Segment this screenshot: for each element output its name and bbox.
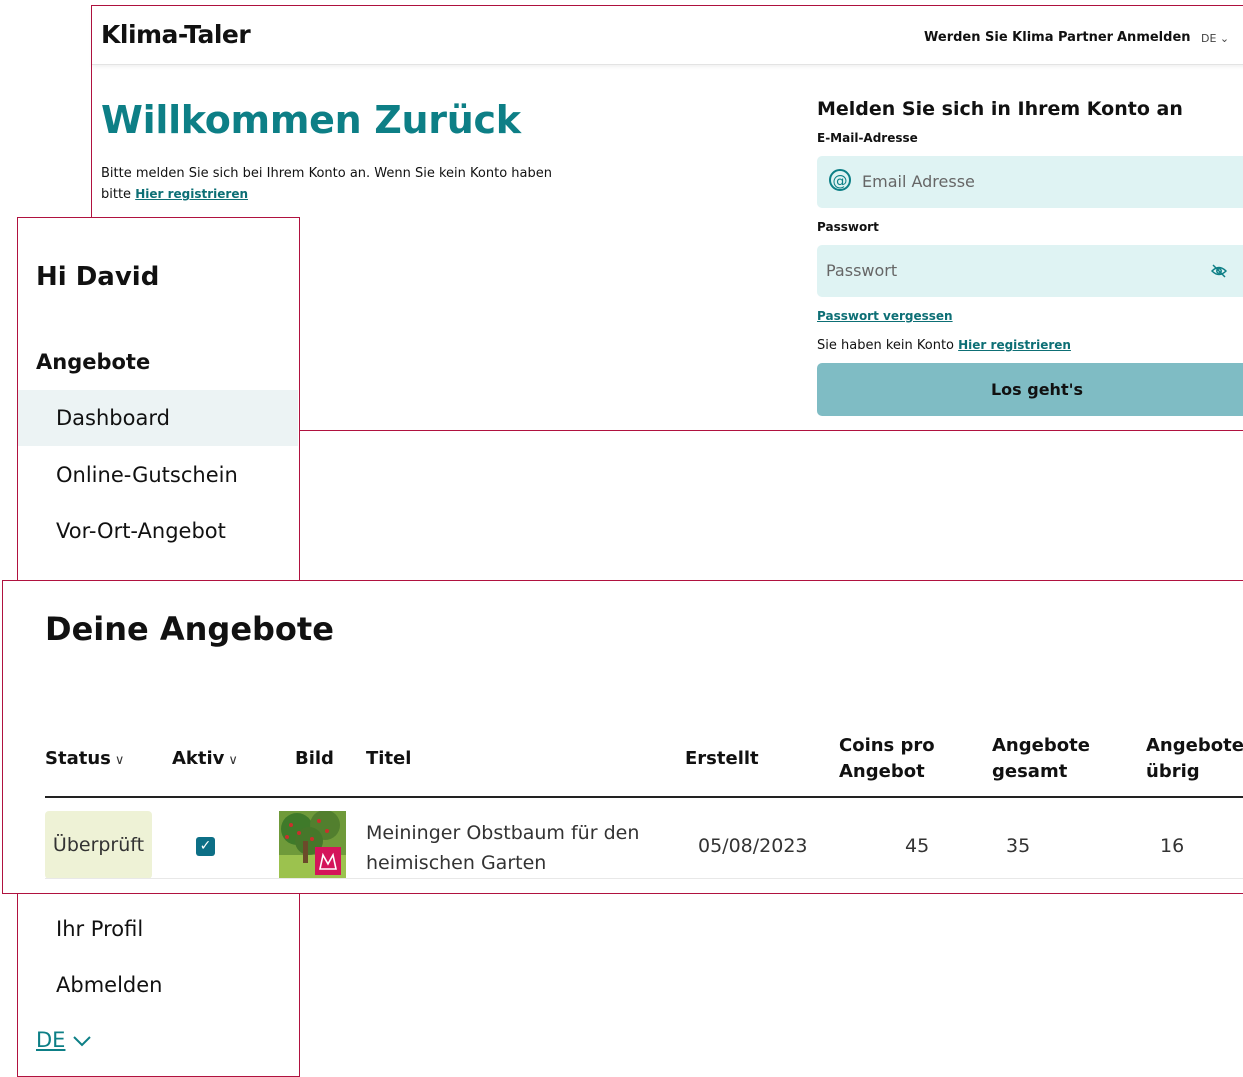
- offer-created-date: 05/08/2023: [698, 835, 808, 857]
- offer-total: 35: [1006, 835, 1031, 857]
- brand-logo[interactable]: Klima-Taler: [101, 20, 251, 49]
- chevron-down-icon: ∨: [228, 753, 238, 768]
- welcome-text: Bitte melden Sie sich bei Ihrem Konto an…: [101, 163, 571, 205]
- sidebar-language-label: DE: [36, 1028, 66, 1052]
- email-placeholder: Email Adresse: [862, 172, 975, 191]
- aktiv-checkbox[interactable]: ✓: [196, 837, 215, 856]
- column-header-coins-line1: Coins pro: [839, 735, 935, 756]
- password-placeholder: Passwort: [826, 261, 898, 280]
- no-account-label: Sie haben kein Konto: [817, 338, 954, 353]
- column-header-gesamt-line1: Angebote: [992, 735, 1090, 756]
- nav-login-link[interactable]: Anmelden: [1117, 30, 1191, 45]
- email-label: E-Mail-Adresse: [817, 131, 918, 145]
- eye-off-icon[interactable]: [1210, 264, 1228, 282]
- sidebar-language-select[interactable]: DE: [36, 1028, 92, 1052]
- checkmark-icon: ✓: [199, 838, 212, 854]
- offer-title-line2: heimischen Garten: [366, 852, 547, 874]
- offers-panel: Deine Angebote Status ∨ Aktiv ∨ Bild Titel…: [2, 580, 1243, 894]
- column-header-status-label: Status: [45, 748, 111, 769]
- welcome-heading: Willkommen Zurück: [101, 98, 521, 142]
- column-header-uebrig: Angebote übrig: [1146, 733, 1243, 785]
- nav-language-label: DE: [1201, 32, 1217, 45]
- chevron-down-icon: [72, 1028, 92, 1052]
- greeting: Hi David: [36, 262, 160, 292]
- status-badge: Überprüft: [45, 811, 152, 879]
- column-header-uebrig-line1: Angebote: [1146, 735, 1243, 756]
- register-link-form[interactable]: Hier registrieren: [958, 338, 1071, 352]
- column-header-status[interactable]: Status ∨: [45, 746, 124, 774]
- at-sign-icon: @: [829, 169, 851, 191]
- sidebar-item-dashboard[interactable]: Dashboard: [18, 390, 298, 446]
- column-header-gesamt: Angebote gesamt: [992, 733, 1090, 785]
- sidebar-item-profil[interactable]: Ihr Profil: [18, 901, 298, 957]
- offer-remaining: 16: [1160, 835, 1185, 857]
- no-account-text: Sie haben kein Konto Hier registrieren: [817, 338, 1071, 353]
- sidebar-item-vor-ort-angebot[interactable]: Vor-Ort-Angebot: [18, 503, 298, 559]
- sidebar-item-online-gutschein[interactable]: Online-Gutschein: [18, 447, 298, 503]
- offer-title-line1: Meininger Obstbaum für den: [366, 822, 640, 844]
- column-header-erstellt: Erstellt: [685, 748, 759, 769]
- column-header-gesamt-line2: gesamt: [992, 761, 1068, 782]
- chevron-down-icon: ⌄: [1219, 32, 1230, 45]
- email-field[interactable]: @ Email Adresse: [817, 156, 1243, 208]
- sidebar-item-logout[interactable]: Abmelden: [18, 957, 298, 1013]
- password-field[interactable]: Passwort: [817, 245, 1243, 297]
- header-divider: [45, 796, 1243, 798]
- column-header-aktiv-label: Aktiv: [172, 748, 225, 769]
- column-header-titel: Titel: [366, 748, 412, 769]
- nav-partner-link[interactable]: Werden Sie Klima Partner: [924, 30, 1113, 45]
- column-header-uebrig-line2: übrig: [1146, 761, 1200, 782]
- sidebar-section-title: Angebote: [36, 350, 151, 374]
- column-header-coins: Coins pro Angebot: [839, 733, 935, 785]
- submit-button[interactable]: Los geht's: [817, 363, 1243, 416]
- column-header-aktiv[interactable]: Aktiv ∨: [172, 746, 238, 774]
- forgot-password-link[interactable]: Passwort vergessen: [817, 309, 953, 323]
- offers-title: Deine Angebote: [45, 610, 334, 648]
- column-header-coins-line2: Angebot: [839, 761, 925, 782]
- password-label: Passwort: [817, 220, 879, 234]
- offer-coins: 45: [905, 835, 930, 857]
- nav-language-select[interactable]: DE ⌄: [1201, 32, 1229, 45]
- row-divider: [45, 878, 1243, 879]
- column-header-bild: Bild: [295, 748, 334, 769]
- register-link[interactable]: Hier registrieren: [135, 187, 248, 201]
- login-form-title: Melden Sie sich in Ihrem Konto an: [817, 98, 1183, 120]
- offer-title[interactable]: Meininger Obstbaum für den heimischen Ga…: [366, 818, 639, 878]
- offer-thumbnail: [279, 811, 346, 879]
- top-navbar: Klima-Taler Werden Sie Klima Partner Anm…: [92, 6, 1243, 65]
- chevron-down-icon: ∨: [114, 753, 125, 768]
